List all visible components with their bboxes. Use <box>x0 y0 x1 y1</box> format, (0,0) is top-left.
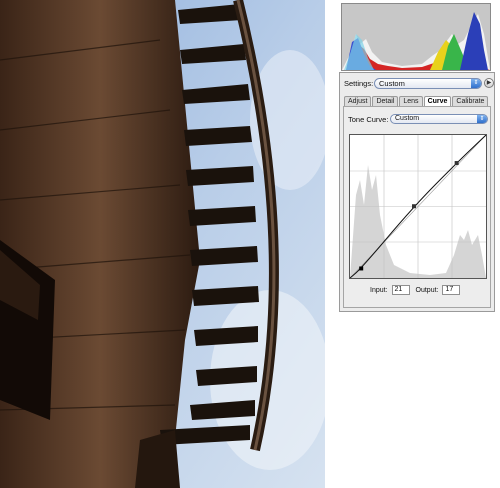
tone-curve-graph[interactable] <box>349 134 487 279</box>
output-field[interactable]: 17 <box>442 285 461 295</box>
output-label: Output: <box>415 286 439 294</box>
tone-curve-dropdown[interactable]: Custom ⇕ <box>390 114 488 124</box>
settings-dropdown[interactable]: Custom ⇕ <box>374 77 482 89</box>
double-arrow-icon: ⇕ <box>477 115 487 123</box>
tone-curve-label: Tone Curve: <box>348 114 389 124</box>
tone-curve-value: Custom <box>395 115 420 122</box>
input-label: Input: <box>370 286 388 294</box>
curve-control-point[interactable] <box>359 266 364 271</box>
curve-control-point[interactable] <box>454 161 459 166</box>
double-arrow-icon: ⇕ <box>471 78 481 88</box>
input-field[interactable]: 21 <box>391 285 410 295</box>
photo-preview <box>0 0 325 488</box>
camera-raw-panel: Settings: Custom ⇕ ▶ Adjust Detail Lens … <box>339 72 495 312</box>
settings-value: Custom <box>379 78 405 88</box>
settings-row: Settings: Custom ⇕ <box>344 77 482 89</box>
curve-control-point[interactable] <box>412 204 416 209</box>
barn-photo <box>0 0 325 488</box>
histogram <box>341 3 491 71</box>
curve-tab-body: Tone Curve: Custom ⇕ Input: 21 Output: 1… <box>343 106 491 308</box>
input-output-row: Input: 21 Output: 17 <box>370 285 466 295</box>
tone-curve-row: Tone Curve: Custom ⇕ <box>348 114 488 124</box>
settings-label: Settings: <box>344 78 374 88</box>
play-icon[interactable]: ▶ <box>484 78 494 88</box>
